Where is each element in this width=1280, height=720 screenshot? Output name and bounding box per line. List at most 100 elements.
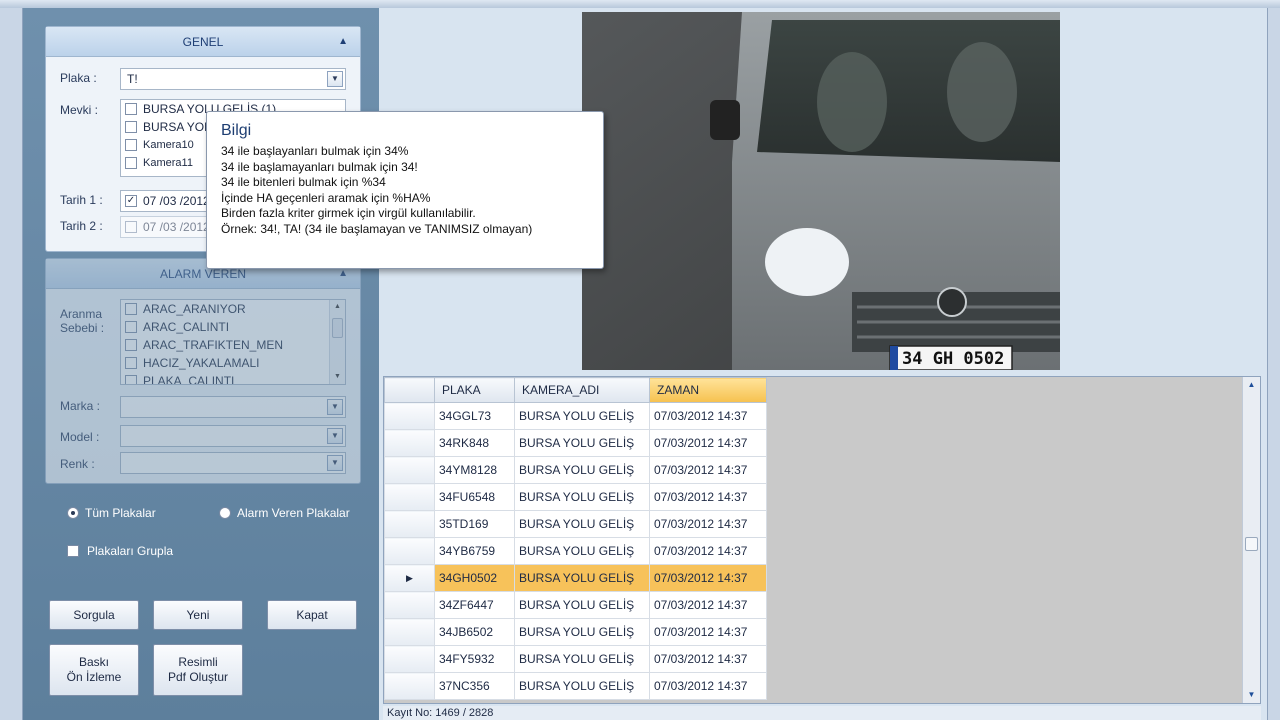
row-header[interactable] (384, 645, 435, 673)
grid-scrollbar[interactable]: ▲ ▼ (1242, 377, 1260, 703)
grupla-checkbox[interactable]: Plakaları Grupla (67, 544, 173, 558)
sorgula-button[interactable]: Sorgula (49, 600, 139, 630)
collapse-icon[interactable]: ▲ (338, 27, 348, 57)
zaman-cell[interactable]: 07/03/2012 14:37 (649, 537, 767, 565)
zaman-cell[interactable]: 07/03/2012 14:37 (649, 429, 767, 457)
plaka-cell[interactable]: 34GH0502 (434, 564, 515, 592)
kamera-cell[interactable]: BURSA YOLU GELİŞ (514, 564, 650, 592)
checkbox[interactable] (125, 375, 137, 384)
table-row[interactable]: 34JB6502 BURSA YOLU GELİŞ 07/03/2012 14:37 (384, 618, 767, 646)
radio-alarm-veren[interactable]: Alarm Veren Plakalar (219, 506, 350, 520)
kamera-cell[interactable]: BURSA YOLU GELİŞ (514, 510, 650, 538)
zaman-cell[interactable]: 07/03/2012 14:37 (649, 618, 767, 646)
kamera-cell[interactable]: BURSA YOLU GELİŞ (514, 402, 650, 430)
radio-dot[interactable] (219, 507, 231, 519)
chevron-down-icon[interactable]: ▼ (327, 428, 343, 444)
kamera-cell[interactable]: BURSA YOLU GELİŞ (514, 456, 650, 484)
row-header[interactable] (384, 510, 435, 538)
plaka-cell[interactable]: 37NC356 (434, 672, 515, 700)
model-combo[interactable]: ▼ (120, 425, 346, 447)
zaman-cell[interactable]: 07/03/2012 14:37 (649, 402, 767, 430)
marka-combo[interactable]: ▼ (120, 396, 346, 418)
plaka-cell[interactable]: 34YB6759 (434, 537, 515, 565)
zaman-cell[interactable]: 07/03/2012 14:37 (649, 564, 767, 592)
baski-onizleme-button[interactable]: Baskı Ön İzleme (49, 644, 139, 696)
zaman-cell[interactable]: 07/03/2012 14:37 (649, 510, 767, 538)
row-selector-arrow-icon[interactable]: ▶ (384, 564, 435, 592)
table-row[interactable]: 34FU6548 BURSA YOLU GELİŞ 07/03/2012 14:37 (384, 483, 767, 511)
table-row[interactable]: 35TD169 BURSA YOLU GELİŞ 07/03/2012 14:37 (384, 510, 767, 538)
column-header-plaka[interactable]: PLAKA (434, 377, 515, 403)
radio-tum-plakalar[interactable]: Tüm Plakalar (67, 506, 156, 520)
sebep-item[interactable]: PLAKA_CALINTI (121, 372, 345, 384)
kapat-button[interactable]: Kapat (267, 600, 357, 630)
checkbox[interactable] (125, 357, 137, 369)
checkbox[interactable] (125, 157, 137, 169)
checkbox[interactable] (67, 545, 79, 557)
row-header[interactable] (384, 618, 435, 646)
checkbox[interactable] (125, 303, 137, 315)
sebep-item[interactable]: ARAC_ARANIYOR (121, 300, 345, 318)
kamera-cell[interactable]: BURSA YOLU GELİŞ (514, 591, 650, 619)
checkbox[interactable] (125, 139, 137, 151)
sebep-scrollbar[interactable]: ▲ ▼ (329, 300, 345, 384)
scroll-down-icon[interactable]: ▼ (330, 370, 345, 384)
column-header-zaman[interactable]: ZAMAN (649, 377, 767, 403)
zaman-cell[interactable]: 07/03/2012 14:37 (649, 456, 767, 484)
plaka-combo[interactable]: T! ▼ (120, 68, 346, 90)
kamera-cell[interactable]: BURSA YOLU GELİŞ (514, 429, 650, 457)
genel-header[interactable]: GENEL ▲ (46, 27, 360, 57)
sebep-list[interactable]: ARAC_ARANIYOR ARAC_CALINTI ARAC_TRAFIKTE… (120, 299, 346, 385)
kamera-cell[interactable]: BURSA YOLU GELİŞ (514, 618, 650, 646)
table-row[interactable]: 34GGL73 BURSA YOLU GELİŞ 07/03/2012 14:37 (384, 402, 767, 430)
zaman-cell[interactable]: 07/03/2012 14:37 (649, 645, 767, 673)
plaka-cell[interactable]: 34ZF6447 (434, 591, 515, 619)
zaman-cell[interactable]: 07/03/2012 14:37 (649, 591, 767, 619)
sebep-item[interactable]: ARAC_TRAFIKTEN_MEN (121, 336, 345, 354)
scroll-thumb[interactable] (1245, 537, 1258, 551)
table-row[interactable]: 34RK848 BURSA YOLU GELİŞ 07/03/2012 14:37 (384, 429, 767, 457)
row-header[interactable] (384, 591, 435, 619)
scroll-up-icon[interactable]: ▲ (1243, 377, 1260, 393)
kamera-cell[interactable]: BURSA YOLU GELİŞ (514, 483, 650, 511)
kamera-cell[interactable]: BURSA YOLU GELİŞ (514, 672, 650, 700)
table-row[interactable]: ▶ 34GH0502 BURSA YOLU GELİŞ 07/03/2012 14:3… (384, 564, 767, 592)
plaka-cell[interactable]: 34YM8128 (434, 456, 515, 484)
scroll-down-icon[interactable]: ▼ (1243, 687, 1260, 703)
yeni-button[interactable]: Yeni (153, 600, 243, 630)
radio-dot[interactable] (67, 507, 79, 519)
scroll-up-icon[interactable]: ▲ (330, 300, 345, 314)
zaman-cell[interactable]: 07/03/2012 14:37 (649, 483, 767, 511)
scroll-thumb[interactable] (332, 318, 343, 338)
sebep-item[interactable]: HACIZ_YAKALAMALI (121, 354, 345, 372)
chevron-down-icon[interactable]: ▼ (327, 455, 343, 471)
pdf-olustur-button[interactable]: Resimli Pdf Oluştur (153, 644, 243, 696)
kamera-cell[interactable]: BURSA YOLU GELİŞ (514, 645, 650, 673)
table-row[interactable]: 34YB6759 BURSA YOLU GELİŞ 07/03/2012 14:37 (384, 537, 767, 565)
table-row[interactable]: 34ZF6447 BURSA YOLU GELİŞ 07/03/2012 14:37 (384, 591, 767, 619)
tarih2-checkbox[interactable] (125, 221, 137, 233)
checkbox[interactable] (125, 121, 137, 133)
kamera-cell[interactable]: BURSA YOLU GELİŞ (514, 537, 650, 565)
renk-combo[interactable]: ▼ (120, 452, 346, 474)
row-header[interactable] (384, 429, 435, 457)
table-row[interactable]: 37NC356 BURSA YOLU GELİŞ 07/03/2012 14:37 (384, 672, 767, 700)
row-header[interactable] (384, 672, 435, 700)
plaka-cell[interactable]: 34RK848 (434, 429, 515, 457)
chevron-down-icon[interactable]: ▼ (327, 71, 343, 87)
row-header[interactable] (384, 456, 435, 484)
tarih1-checkbox[interactable]: ✓ (125, 195, 137, 207)
plaka-cell[interactable]: 34FY5932 (434, 645, 515, 673)
checkbox[interactable] (125, 103, 137, 115)
row-header[interactable] (384, 483, 435, 511)
checkbox[interactable] (125, 339, 137, 351)
table-row[interactable]: 34YM8128 BURSA YOLU GELİŞ 07/03/2012 14:37 (384, 456, 767, 484)
plaka-cell[interactable]: 34FU6548 (434, 483, 515, 511)
table-row[interactable]: 34FY5932 BURSA YOLU GELİŞ 07/03/2012 14:37 (384, 645, 767, 673)
plaka-cell[interactable]: 34JB6502 (434, 618, 515, 646)
zaman-cell[interactable]: 07/03/2012 14:37 (649, 672, 767, 700)
plaka-cell[interactable]: 34GGL73 (434, 402, 515, 430)
chevron-down-icon[interactable]: ▼ (327, 399, 343, 415)
row-header[interactable] (384, 402, 435, 430)
sebep-item[interactable]: ARAC_CALINTI (121, 318, 345, 336)
